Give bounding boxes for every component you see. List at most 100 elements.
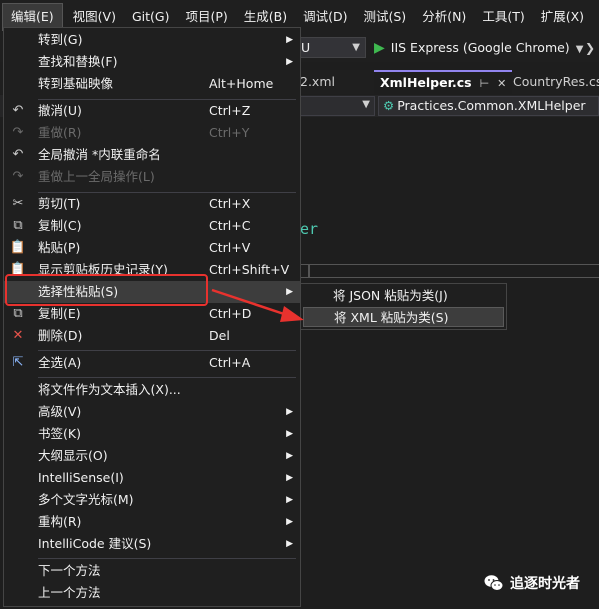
- menu-item-redo[interactable]: ↷ 重做(R) Ctrl+Y: [4, 122, 300, 144]
- menu-separator: [38, 558, 296, 559]
- type-dropdown[interactable]: ▼: [300, 96, 375, 116]
- menu-item-outlining[interactable]: 大纲显示(O) ▶: [4, 445, 300, 467]
- menu-item-label: IntelliSense(I): [38, 470, 124, 485]
- submenu-arrow-icon: ▶: [286, 287, 293, 297]
- menu-item-label: 复制(C): [38, 218, 82, 233]
- tab-label: 2.xml: [300, 74, 335, 89]
- submenu-arrow-icon: ▶: [286, 473, 293, 483]
- menu-item-next-method[interactable]: 下一个方法: [4, 560, 300, 582]
- submenu-arrow-icon: ▶: [286, 495, 293, 505]
- menu-item-label: 书签(K): [38, 426, 81, 441]
- menu-item-intellicode[interactable]: IntelliCode 建议(S) ▶: [4, 533, 300, 555]
- menu-item-cut[interactable]: ✂ 剪切(T) Ctrl+X: [4, 193, 300, 215]
- menu-item-label: 重构(R): [38, 514, 82, 529]
- menu-debug[interactable]: 调试(D): [295, 0, 355, 33]
- tab-label: CountryRes.cs: [513, 74, 599, 89]
- submenu-arrow-icon: ▶: [286, 407, 293, 417]
- menu-item-shortcut: Ctrl+V: [209, 240, 251, 255]
- menu-item-bookmarks[interactable]: 书签(K) ▶: [4, 423, 300, 445]
- scissors-icon: ✂: [12, 196, 24, 211]
- chevron-right-icon[interactable]: ❯: [585, 41, 595, 55]
- redo-icon: ↷: [12, 169, 24, 184]
- copy-icon: ⧉: [13, 218, 23, 233]
- duplicate-icon: ⧉: [13, 306, 23, 321]
- menu-item-shortcut: Ctrl+Shift+V: [209, 262, 290, 277]
- menu-item-label: 剪切(T): [38, 196, 81, 211]
- menu-item-copy[interactable]: ⧉ 复制(C) Ctrl+C: [4, 215, 300, 237]
- play-icon: ▶: [374, 40, 385, 56]
- menu-extensions[interactable]: 扩展(X): [533, 0, 592, 33]
- menu-item-previous-method[interactable]: 上一个方法: [4, 582, 300, 604]
- menu-item-intellisense[interactable]: IntelliSense(I) ▶: [4, 467, 300, 489]
- class-icon: ⚙: [383, 98, 395, 113]
- menu-item-label: 转到基础映像: [38, 76, 114, 91]
- menu-item-label: 复制(E): [38, 306, 81, 321]
- menu-item-find-replace[interactable]: 查找和替换(F) ▶: [4, 51, 300, 73]
- menu-item-multi-caret[interactable]: 多个文字光标(M) ▶: [4, 489, 300, 511]
- menu-item-shortcut: Ctrl+X: [209, 196, 251, 211]
- menu-item-shortcut: Ctrl+A: [209, 355, 251, 370]
- run-label: IIS Express (Google Chrome): [390, 40, 570, 55]
- menu-item-advanced[interactable]: 高级(V) ▶: [4, 401, 300, 423]
- menu-item-paste-xml-as-classes[interactable]: 将 XML 粘贴为类(S): [303, 307, 504, 327]
- tab-label: XmlHelper.cs: [380, 75, 472, 90]
- paste-icon: 📋: [9, 240, 27, 255]
- menu-item-undo[interactable]: ↶ 撤消(U) Ctrl+Z: [4, 100, 300, 122]
- menu-item-label: 转到(G): [38, 32, 83, 47]
- menu-item-goto[interactable]: 转到(G) ▶: [4, 29, 300, 51]
- edit-menu: 转到(G) ▶ 查找和替换(F) ▶ 转到基础映像 Alt+Home ↶ 撤消(…: [3, 27, 301, 607]
- menu-item-label: 将 XML 粘贴为类(S): [334, 310, 449, 325]
- menu-item-shortcut: Ctrl+Y: [209, 125, 250, 140]
- menu-tools[interactable]: 工具(T): [474, 0, 532, 33]
- menu-item-label: 查找和替换(F): [38, 54, 118, 69]
- chevron-down-icon: ▼: [362, 99, 370, 110]
- redo-icon: ↷: [12, 125, 24, 140]
- menu-separator: [38, 377, 296, 378]
- menu-item-goto-base[interactable]: 转到基础映像 Alt+Home: [4, 73, 300, 95]
- menu-item-global-redo[interactable]: ↷ 重做上一全局操作(L): [4, 166, 300, 188]
- configuration-dropdown[interactable]: U ▼: [296, 37, 366, 58]
- menu-item-shortcut: Ctrl+C: [209, 218, 251, 233]
- menu-analyze[interactable]: 分析(N): [414, 0, 474, 33]
- menu-item-label: IntelliCode 建议(S): [38, 536, 152, 551]
- menu-item-delete[interactable]: ✕ 删除(D) Del: [4, 325, 300, 347]
- menu-item-label: 上一个方法: [38, 585, 101, 600]
- menu-item-label: 删除(D): [38, 328, 83, 343]
- menu-item-duplicate[interactable]: ⧉ 复制(E) Ctrl+D: [4, 303, 300, 325]
- divider-mark: [308, 265, 310, 277]
- menu-item-select-all[interactable]: ⇱ 全选(A) Ctrl+A: [4, 352, 300, 374]
- menu-item-label: 重做上一全局操作(L): [38, 169, 155, 184]
- menu-item-insert-file[interactable]: 将文件作为文本插入(X)...: [4, 379, 300, 401]
- select-all-icon: ⇱: [12, 355, 24, 370]
- menu-item-label: 高级(V): [38, 404, 82, 419]
- tab-xml-file[interactable]: 2.xml: [294, 70, 341, 94]
- menu-item-label: 重做(R): [38, 125, 82, 140]
- menu-item-label: 将 JSON 粘贴为类(J): [333, 288, 448, 303]
- undo-icon: ↶: [12, 147, 24, 162]
- menu-item-shortcut: Ctrl+D: [209, 306, 252, 321]
- menu-item-label: 下一个方法: [38, 563, 101, 578]
- submenu-arrow-icon: ▶: [286, 35, 293, 45]
- member-dropdown[interactable]: ⚙ Practices.Common.XMLHelper: [378, 96, 599, 116]
- pin-icon[interactable]: ⊢: [480, 77, 490, 90]
- menu-item-label: 全局撤消 *内联重命名: [38, 147, 161, 162]
- chevron-down-icon[interactable]: ▼: [576, 44, 584, 55]
- undo-icon: ↶: [12, 103, 24, 118]
- close-icon[interactable]: ✕: [497, 77, 506, 90]
- tab-countryres[interactable]: CountryRes.cs: [507, 70, 599, 94]
- menu-item-refactor[interactable]: 重构(R) ▶: [4, 511, 300, 533]
- run-button[interactable]: ▶ IIS Express (Google Chrome) ▼: [374, 37, 583, 58]
- menu-item-shortcut: Del: [209, 328, 230, 343]
- menu-item-global-undo[interactable]: ↶ 全局撤消 *内联重命名: [4, 144, 300, 166]
- menu-item-paste[interactable]: 📋 粘贴(P) Ctrl+V: [4, 237, 300, 259]
- tab-xmlhelper[interactable]: XmlHelper.cs ⊢ ✕: [374, 70, 513, 94]
- paste-special-submenu: 将 JSON 粘贴为类(J) 将 XML 粘贴为类(S): [300, 283, 507, 330]
- annotation-highlight-box: [5, 274, 208, 306]
- menu-item-label: 将文件作为文本插入(X)...: [38, 382, 181, 397]
- menu-item-paste-json-as-classes[interactable]: 将 JSON 粘贴为类(J): [303, 286, 504, 306]
- editor-divider: [300, 264, 599, 278]
- menu-item-label: 全选(A): [38, 355, 82, 370]
- submenu-arrow-icon: ▶: [286, 429, 293, 439]
- configuration-value: U: [301, 40, 311, 55]
- menu-test[interactable]: 测试(S): [356, 0, 415, 33]
